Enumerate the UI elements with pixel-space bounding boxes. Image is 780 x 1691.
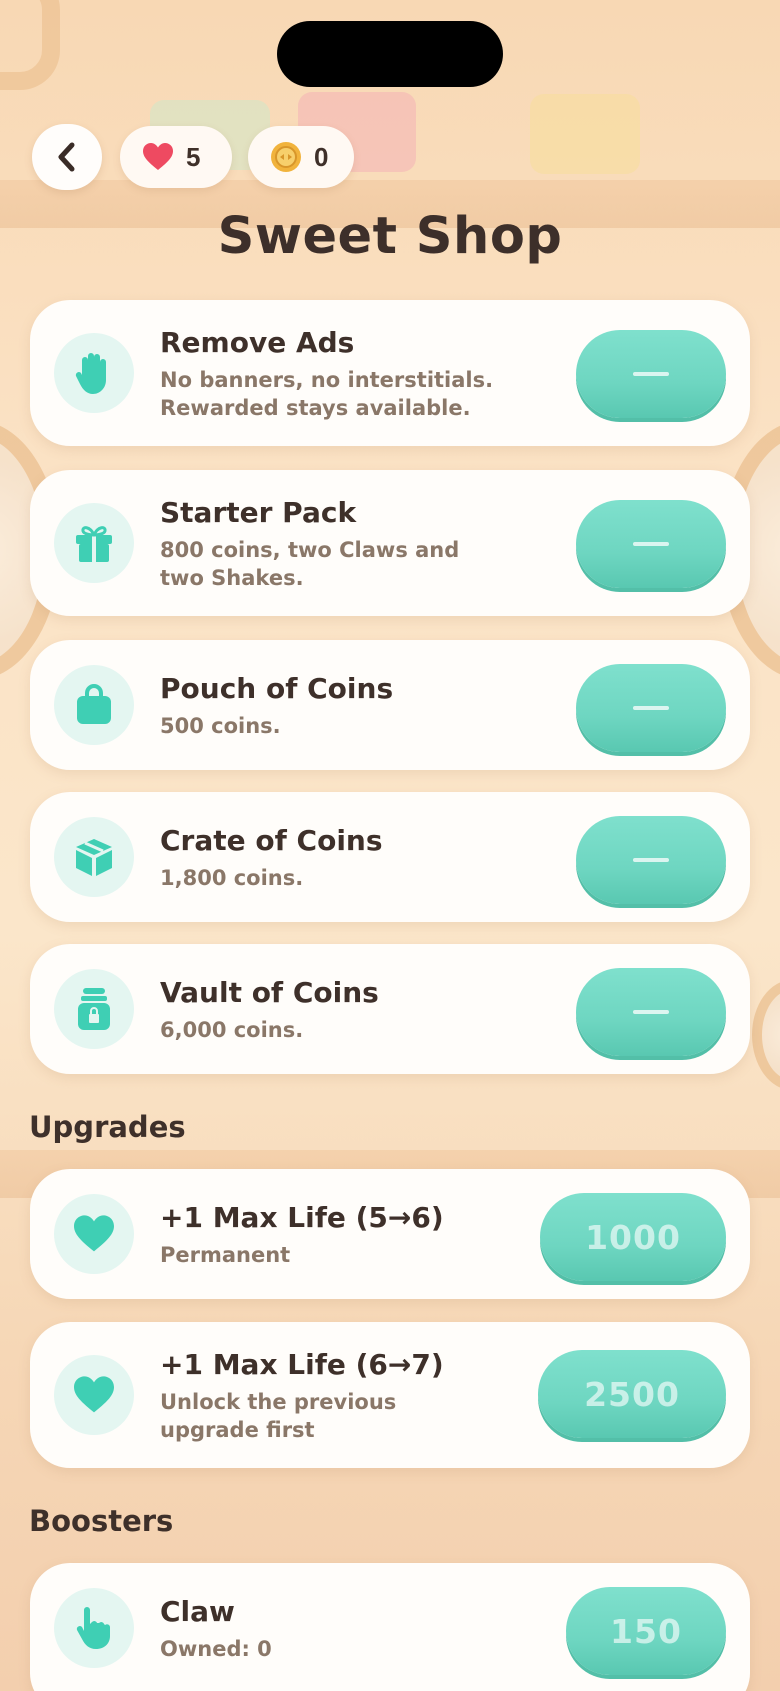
shop-item-desc-line: 1,800 coins. bbox=[160, 866, 304, 890]
shop-item-icon bbox=[54, 817, 134, 897]
booster-item-desc-line: Owned: 0 bbox=[160, 1637, 272, 1661]
top-bar: 5 0 bbox=[32, 124, 354, 190]
buy-button-max-life-6-7[interactable]: 2500 bbox=[538, 1350, 726, 1438]
upgrade-item-desc-line: upgrade first bbox=[160, 1418, 315, 1442]
shop-item-desc-line: two Shakes. bbox=[160, 566, 304, 590]
hand-icon bbox=[75, 353, 106, 394]
box-icon bbox=[76, 839, 112, 876]
shop-item-icon bbox=[54, 503, 134, 583]
booster-item-claw: Claw Owned: 0 150 bbox=[30, 1563, 750, 1691]
shop-item-icon bbox=[54, 665, 134, 745]
gift-icon bbox=[76, 526, 112, 562]
coin-counter: 0 bbox=[248, 126, 354, 188]
booster-item-icon bbox=[54, 1588, 134, 1668]
lives-value: 5 bbox=[186, 141, 201, 172]
unavailable-dash bbox=[633, 372, 669, 376]
buy-button-pouch-of-coins[interactable] bbox=[576, 664, 726, 752]
lives-counter: 5 bbox=[120, 126, 232, 188]
upgrade-item-desc-line: Permanent bbox=[160, 1243, 291, 1267]
upgrade-item-title: +1 Max Life (5→6) bbox=[160, 1201, 444, 1234]
shop-item-starter-pack: Starter Pack 800 coins, two Claws and tw… bbox=[30, 470, 750, 616]
heart-icon bbox=[74, 1215, 114, 1252]
section-heading-upgrades: Upgrades bbox=[29, 1110, 186, 1144]
page-title: Sweet Shop bbox=[217, 207, 563, 266]
upgrade-item-title: +1 Max Life (6→7) bbox=[160, 1348, 444, 1381]
shop-item-desc-line: No banners, no interstitials. bbox=[160, 368, 494, 392]
buy-button-starter-pack[interactable] bbox=[576, 500, 726, 588]
upgrade-item-max-life-6-7: +1 Max Life (6→7) Unlock the previous up… bbox=[30, 1322, 750, 1468]
pointer-hand-icon bbox=[76, 1607, 110, 1649]
shop-item-title: Starter Pack bbox=[160, 496, 357, 529]
price-label: 2500 bbox=[584, 1374, 680, 1414]
shop-item-icon bbox=[54, 969, 134, 1049]
buy-button-max-life-5-6[interactable]: 1000 bbox=[540, 1193, 726, 1281]
shop-item-title: Crate of Coins bbox=[160, 824, 383, 857]
heart-icon bbox=[74, 1376, 114, 1413]
unavailable-dash bbox=[633, 542, 669, 546]
booster-item-title: Claw bbox=[160, 1595, 235, 1628]
shop-item-remove-ads: Remove Ads No banners, no interstitials.… bbox=[30, 300, 750, 446]
shop-item-icon bbox=[54, 333, 134, 413]
shop-item-crate-of-coins: Crate of Coins 1,800 coins. bbox=[30, 792, 750, 922]
shop-item-title: Remove Ads bbox=[160, 326, 355, 359]
shop-item-pouch-of-coins: Pouch of Coins 500 coins. bbox=[30, 640, 750, 770]
price-label: 1000 bbox=[585, 1217, 681, 1257]
chevron-left-icon bbox=[58, 142, 75, 172]
buy-button-remove-ads[interactable] bbox=[576, 330, 726, 418]
bag-icon bbox=[77, 684, 111, 724]
buy-button-vault-of-coins[interactable] bbox=[576, 968, 726, 1056]
unavailable-dash bbox=[633, 1010, 669, 1014]
shop-item-desc-line: 6,000 coins. bbox=[160, 1018, 304, 1042]
shop-item-desc-line: 800 coins, two Claws and bbox=[160, 538, 460, 562]
price-label: 150 bbox=[610, 1611, 682, 1651]
unavailable-dash bbox=[633, 858, 669, 862]
upgrade-item-icon bbox=[54, 1194, 134, 1274]
vault-jar-icon bbox=[78, 988, 110, 1030]
upgrade-item-icon bbox=[54, 1355, 134, 1435]
shop-item-desc-line: Rewarded stays available. bbox=[160, 396, 471, 420]
unavailable-dash bbox=[633, 706, 669, 710]
buy-button-claw[interactable]: 150 bbox=[566, 1587, 726, 1675]
status-bar-notch bbox=[277, 21, 503, 87]
coin-icon bbox=[271, 142, 301, 172]
shop-item-title: Pouch of Coins bbox=[160, 672, 394, 705]
buy-button-crate-of-coins[interactable] bbox=[576, 816, 726, 904]
shop-item-desc-line: 500 coins. bbox=[160, 714, 281, 738]
upgrade-item-max-life-5-6: +1 Max Life (5→6) Permanent 1000 bbox=[30, 1169, 750, 1299]
back-button[interactable] bbox=[32, 124, 102, 190]
section-heading-boosters: Boosters bbox=[29, 1504, 174, 1538]
heart-icon bbox=[143, 143, 173, 170]
coin-value: 0 bbox=[314, 141, 329, 172]
shop-item-vault-of-coins: Vault of Coins 6,000 coins. bbox=[30, 944, 750, 1074]
shop-item-title: Vault of Coins bbox=[160, 976, 379, 1009]
upgrade-item-desc-line: Unlock the previous bbox=[160, 1390, 397, 1414]
